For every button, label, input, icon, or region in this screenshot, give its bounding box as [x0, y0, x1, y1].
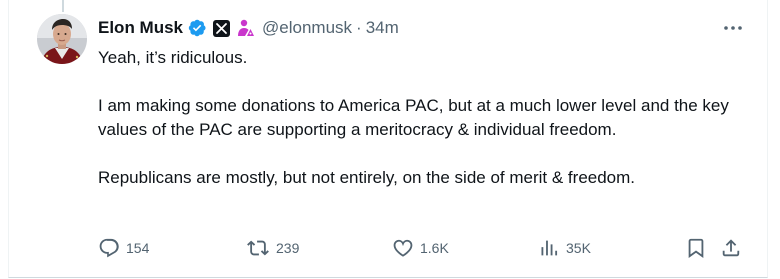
- share-icon: [720, 237, 742, 259]
- tweet-paragraph: I am making some donations to America PA…: [98, 96, 729, 139]
- timestamp[interactable]: 34m: [366, 18, 399, 38]
- like-count: 1.6K: [420, 240, 449, 256]
- tweet-paragraph: Yeah, it’s ridiculous.: [98, 48, 248, 67]
- author-display-name[interactable]: Elon Musk: [98, 18, 183, 38]
- views-count: 35K: [566, 240, 591, 256]
- bookmark-button[interactable]: [685, 234, 707, 262]
- reply-button[interactable]: 154: [98, 234, 149, 262]
- verified-icon[interactable]: [187, 18, 207, 38]
- action-bar: 154 239 1.6K 35K: [98, 234, 750, 262]
- bookmark-icon: [685, 237, 707, 259]
- views-button[interactable]: 35K: [538, 234, 591, 262]
- views-icon: [538, 237, 560, 259]
- tweet-header: Elon Musk @elonmusk · 34m: [98, 16, 399, 40]
- repost-count: 239: [276, 240, 300, 256]
- avatar[interactable]: [37, 14, 87, 64]
- more-icon[interactable]: [720, 16, 746, 40]
- tweet-text: Yeah, it’s ridiculous. I am making some …: [98, 46, 738, 190]
- author-handle[interactable]: @elonmusk: [262, 18, 352, 38]
- repost-icon: [246, 237, 270, 259]
- thread-connector-line: [62, 0, 64, 12]
- reply-icon: [98, 237, 120, 259]
- like-icon: [392, 237, 414, 259]
- government-official-icon[interactable]: [236, 18, 256, 38]
- repost-button[interactable]: 239: [246, 234, 299, 262]
- reply-count: 154: [126, 240, 150, 256]
- tweet-paragraph: Republicans are mostly, but not entirely…: [98, 168, 636, 187]
- like-button[interactable]: 1.6K: [392, 234, 449, 262]
- share-button[interactable]: [720, 234, 742, 262]
- tweet-card[interactable]: Elon Musk @elonmusk · 34m Yeah, it’s rid…: [8, 0, 768, 278]
- x-logo-icon[interactable]: [213, 19, 231, 37]
- separator-dot: ·: [356, 18, 362, 37]
